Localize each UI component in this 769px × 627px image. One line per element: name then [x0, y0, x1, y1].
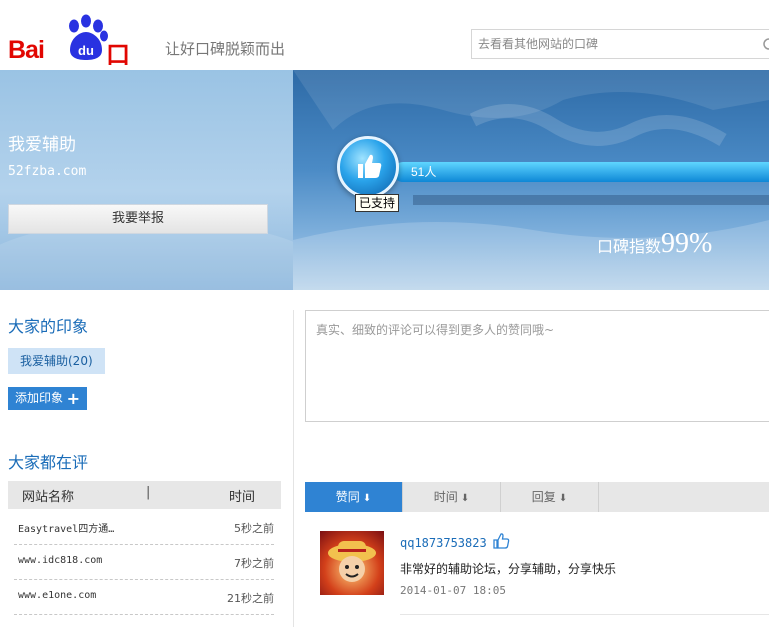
baidu-paw-icon: du [69, 14, 108, 60]
arrow-down-icon: ⬇ [460, 493, 470, 504]
impression-tag[interactable]: 我爱辅助(20) [8, 348, 105, 374]
header: Bai du 口碑 让好口碑脱颖而出 [0, 0, 769, 104]
logo-du: du [78, 43, 94, 58]
thumbs-up-icon[interactable] [492, 532, 510, 550]
logo-bai: Bai [8, 36, 45, 64]
review-username[interactable]: qq1873753823 [400, 536, 487, 550]
row-site-url[interactable]: www.idc818.com [18, 555, 102, 566]
row-time: 21秒之前 [227, 592, 274, 605]
col-time: 时间 [228, 490, 255, 505]
add-impression-button[interactable]: 添加印象 + [8, 387, 87, 410]
arrow-down-icon: ⬇ [362, 493, 372, 504]
column-divider [293, 310, 294, 627]
supported-tooltip: 已支持 [355, 194, 400, 212]
row-site-url[interactable]: Easytravel四方通… [18, 520, 114, 535]
tab-label: 赞同 [335, 490, 360, 504]
impressions-title: 大家的印象 [8, 317, 89, 336]
col-site-name: 网站名称 [22, 490, 75, 505]
tab-label: 时间 [433, 490, 458, 504]
rating-panel: 51人 已支持 口碑指数99% [293, 70, 769, 290]
support-bar [393, 162, 769, 182]
site-table-header: 网站名称 | 时间 [8, 481, 281, 509]
add-impression-label: 添加印象 [15, 391, 64, 405]
supporter-count: 51人 [411, 165, 437, 179]
tab-reply[interactable]: 回复 ⬇ [501, 482, 599, 512]
slogan: 让好口碑脱颖而出 [165, 40, 286, 58]
reputation-index: 口碑指数99% [597, 228, 712, 260]
table-row: www.e1one.com 21秒之前 [14, 580, 274, 615]
report-button[interactable]: 我要举报 [8, 204, 268, 234]
index-value: 99% [661, 228, 713, 259]
search-box [471, 29, 769, 59]
avatar-image [328, 541, 376, 582]
tab-label: 回复 [531, 490, 556, 504]
avatar[interactable] [320, 531, 384, 595]
site-name: 我爱辅助 [8, 135, 76, 155]
search-icon[interactable] [761, 37, 769, 53]
thumbs-up-icon [358, 154, 382, 178]
review-item: qq1873753823 非常好的辅助论坛，分享辅助，分享快乐 2014-01-… [305, 512, 769, 627]
row-site-url[interactable]: www.e1one.com [18, 590, 96, 601]
site-info-panel: 我爱辅助 52fzba.com 我要举报 [0, 70, 293, 290]
site-url: 52fzba.com [8, 164, 87, 179]
review-time: 2014-01-07 18:05 [400, 584, 506, 597]
reviewing-title: 大家都在评 [8, 453, 89, 472]
comment-box [305, 310, 769, 422]
row-time: 7秒之前 [234, 557, 274, 570]
table-row: Easytravel四方通… 5秒之前 [14, 510, 274, 545]
plus-icon: + [66, 389, 80, 408]
support-button[interactable] [337, 136, 399, 198]
search-input[interactable] [472, 30, 752, 58]
row-time: 5秒之前 [234, 522, 274, 535]
review-text: 非常好的辅助论坛，分享辅助，分享快乐 [400, 562, 617, 576]
divider [400, 614, 769, 615]
tab-agree[interactable]: 赞同 ⬇ [305, 482, 403, 512]
arrow-down-icon: ⬇ [558, 493, 568, 504]
index-label: 口碑指数 [597, 237, 662, 256]
table-row: www.idc818.com 7秒之前 [14, 545, 274, 580]
tab-time[interactable]: 时间 ⬇ [403, 482, 501, 512]
sort-tabs: 赞同 ⬇ 时间 ⬇ 回复 ⬇ [305, 482, 769, 512]
comment-input[interactable] [306, 311, 769, 421]
col-separator: | [146, 485, 151, 500]
